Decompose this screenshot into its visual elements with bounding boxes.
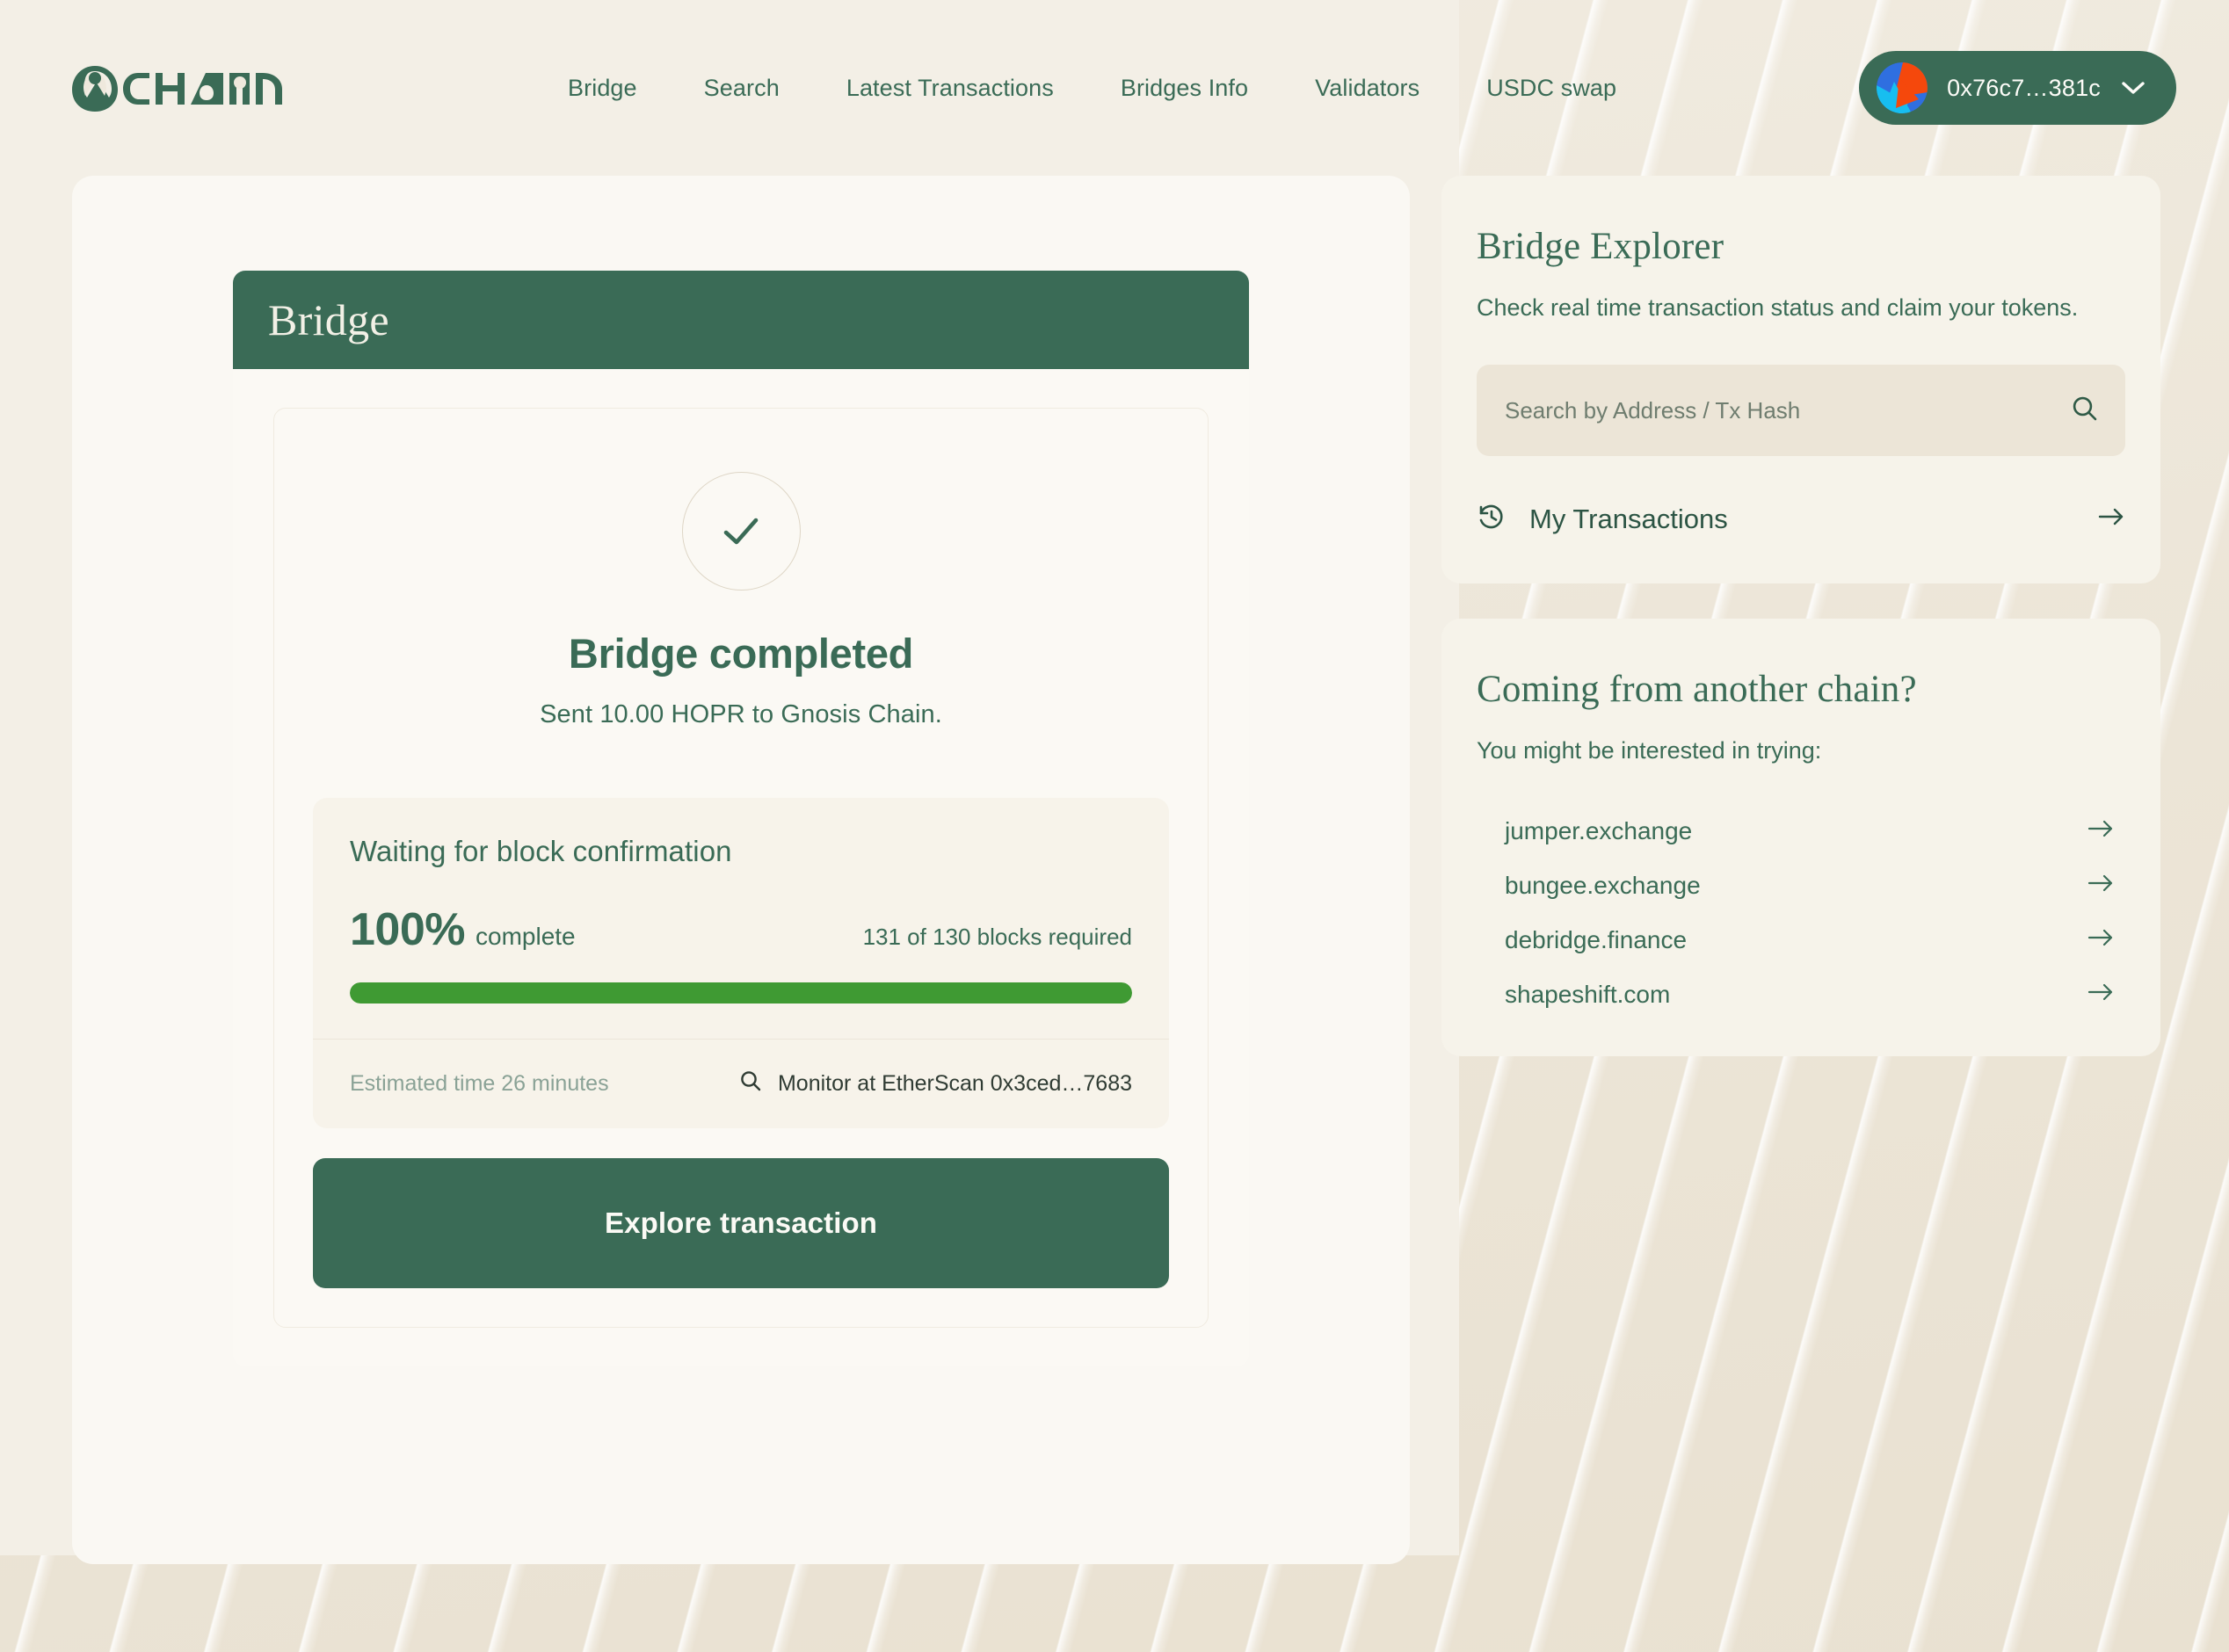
- other-chain-links: jumper.exchange bungee.exchange debridge…: [1477, 817, 2125, 1009]
- search-input[interactable]: [1505, 396, 2057, 424]
- bridge-status-title: Bridge completed: [568, 630, 914, 677]
- nav-link-validators[interactable]: Validators: [1281, 66, 1453, 111]
- chain-link-debridge: debridge.finance: [1505, 925, 1688, 953]
- list-item[interactable]: jumper.exchange: [1477, 817, 2125, 845]
- chain-link-jumper: jumper.exchange: [1505, 816, 1693, 844]
- arrow-right-icon: [2097, 506, 2125, 532]
- progress-bar-track: [350, 982, 1132, 1004]
- nav-link-bridge[interactable]: Bridge: [534, 66, 671, 111]
- monitor-etherscan-label: Monitor at EtherScan 0x3ced…7683: [777, 1071, 1132, 1096]
- main-content: Bridge Bridge completed Sent 10.00 HOPR …: [0, 176, 2229, 1564]
- monitor-etherscan-link[interactable]: Monitor at EtherScan 0x3ced…7683: [739, 1069, 1132, 1098]
- nav-links: Bridge Search Latest Transactions Bridge…: [325, 66, 1859, 111]
- wallet-address: 0x76c7…381c: [1947, 74, 2101, 101]
- bridge-status-panel: Bridge completed Sent 10.00 HOPR to Gnos…: [273, 408, 1209, 1328]
- other-chain-card: Coming from another chain? You might be …: [1441, 619, 2160, 1056]
- top-navigation-bar: Bridge Search Latest Transactions Bridge…: [0, 0, 2229, 176]
- wallet-button[interactable]: 0x76c7…381c: [1859, 51, 2176, 125]
- nav-link-usdc-swap[interactable]: USDC swap: [1453, 66, 1650, 111]
- explorer-search-box[interactable]: [1477, 365, 2125, 457]
- bridge-explorer-card: Bridge Explorer Check real time transact…: [1441, 176, 2160, 584]
- explore-transaction-button[interactable]: Explore transaction: [313, 1158, 1169, 1288]
- progress-percent-word: complete: [476, 923, 576, 950]
- arrow-right-icon: [2087, 873, 2115, 898]
- progress-percent-group: 100% complete: [350, 903, 576, 956]
- list-item[interactable]: bungee.exchange: [1477, 872, 2125, 900]
- my-transactions-label: My Transactions: [1529, 503, 1728, 534]
- nav-link-latest-transactions[interactable]: Latest Transactions: [813, 66, 1087, 111]
- other-chain-title: Coming from another chain?: [1477, 669, 1917, 711]
- arrow-right-icon: [2087, 927, 2115, 953]
- chain-link-bungee: bungee.exchange: [1505, 871, 1701, 899]
- progress-bar-fill: [350, 982, 1132, 1004]
- bridge-explorer-subtitle: Check real time transaction status and c…: [1477, 294, 2079, 321]
- chevron-down-icon: [2120, 80, 2146, 96]
- my-transactions-row[interactable]: My Transactions: [1477, 502, 2125, 536]
- arrow-right-icon: [2087, 982, 2115, 1007]
- bridge-card-body: Bridge completed Sent 10.00 HOPR to Gnos…: [233, 369, 1249, 1366]
- nav-link-search[interactable]: Search: [671, 66, 813, 111]
- left-column: Bridge Bridge completed Sent 10.00 HOPR …: [72, 176, 1410, 1564]
- search-icon: [739, 1069, 762, 1098]
- hopr-owl-logo[interactable]: [69, 61, 295, 115]
- bridge-status-subtitle: Sent 10.00 HOPR to Gnosis Chain.: [540, 700, 942, 728]
- bridge-card-shell: Bridge Bridge completed Sent 10.00 HOPR …: [72, 176, 1410, 1564]
- bridge-card: Bridge Bridge completed Sent 10.00 HOPR …: [233, 176, 1249, 1366]
- page-root: Bridge Search Latest Transactions Bridge…: [0, 0, 2229, 1652]
- estimated-time-text: Estimated time 26 minutes: [350, 1071, 609, 1096]
- right-sidebar: Bridge Explorer Check real time transact…: [1441, 176, 2160, 1056]
- block-confirmation-panel: Waiting for block confirmation 100% comp…: [313, 798, 1169, 1128]
- history-icon: [1477, 502, 1507, 536]
- arrow-right-icon: [2087, 818, 2115, 844]
- bridge-explorer-title: Bridge Explorer: [1477, 226, 1724, 267]
- search-icon[interactable]: [2071, 395, 2099, 427]
- nav-link-bridges-info[interactable]: Bridges Info: [1087, 66, 1281, 111]
- confirmation-heading: Waiting for block confirmation: [350, 835, 732, 867]
- blocks-required-text: 131 of 130 blocks required: [862, 924, 1132, 950]
- bridge-card-header: Bridge: [233, 271, 1249, 369]
- list-item[interactable]: debridge.finance: [1477, 926, 2125, 954]
- chain-link-shapeshift: shapeshift.com: [1505, 980, 1671, 1008]
- progress-percent-value: 100%: [350, 904, 466, 955]
- list-item[interactable]: shapeshift.com: [1477, 981, 2125, 1009]
- progress-summary-row: 100% complete 131 of 130 blocks required: [350, 903, 1132, 956]
- other-chain-subtitle: You might be interested in trying:: [1477, 737, 1822, 764]
- block-confirmation-footer: Estimated time 26 minutes Monitor at Eth…: [313, 1039, 1169, 1128]
- block-confirmation-top: Waiting for block confirmation 100% comp…: [313, 798, 1169, 1039]
- wallet-avatar: [1877, 62, 1928, 113]
- bridge-title: Bridge: [268, 295, 389, 344]
- check-icon: [681, 472, 801, 591]
